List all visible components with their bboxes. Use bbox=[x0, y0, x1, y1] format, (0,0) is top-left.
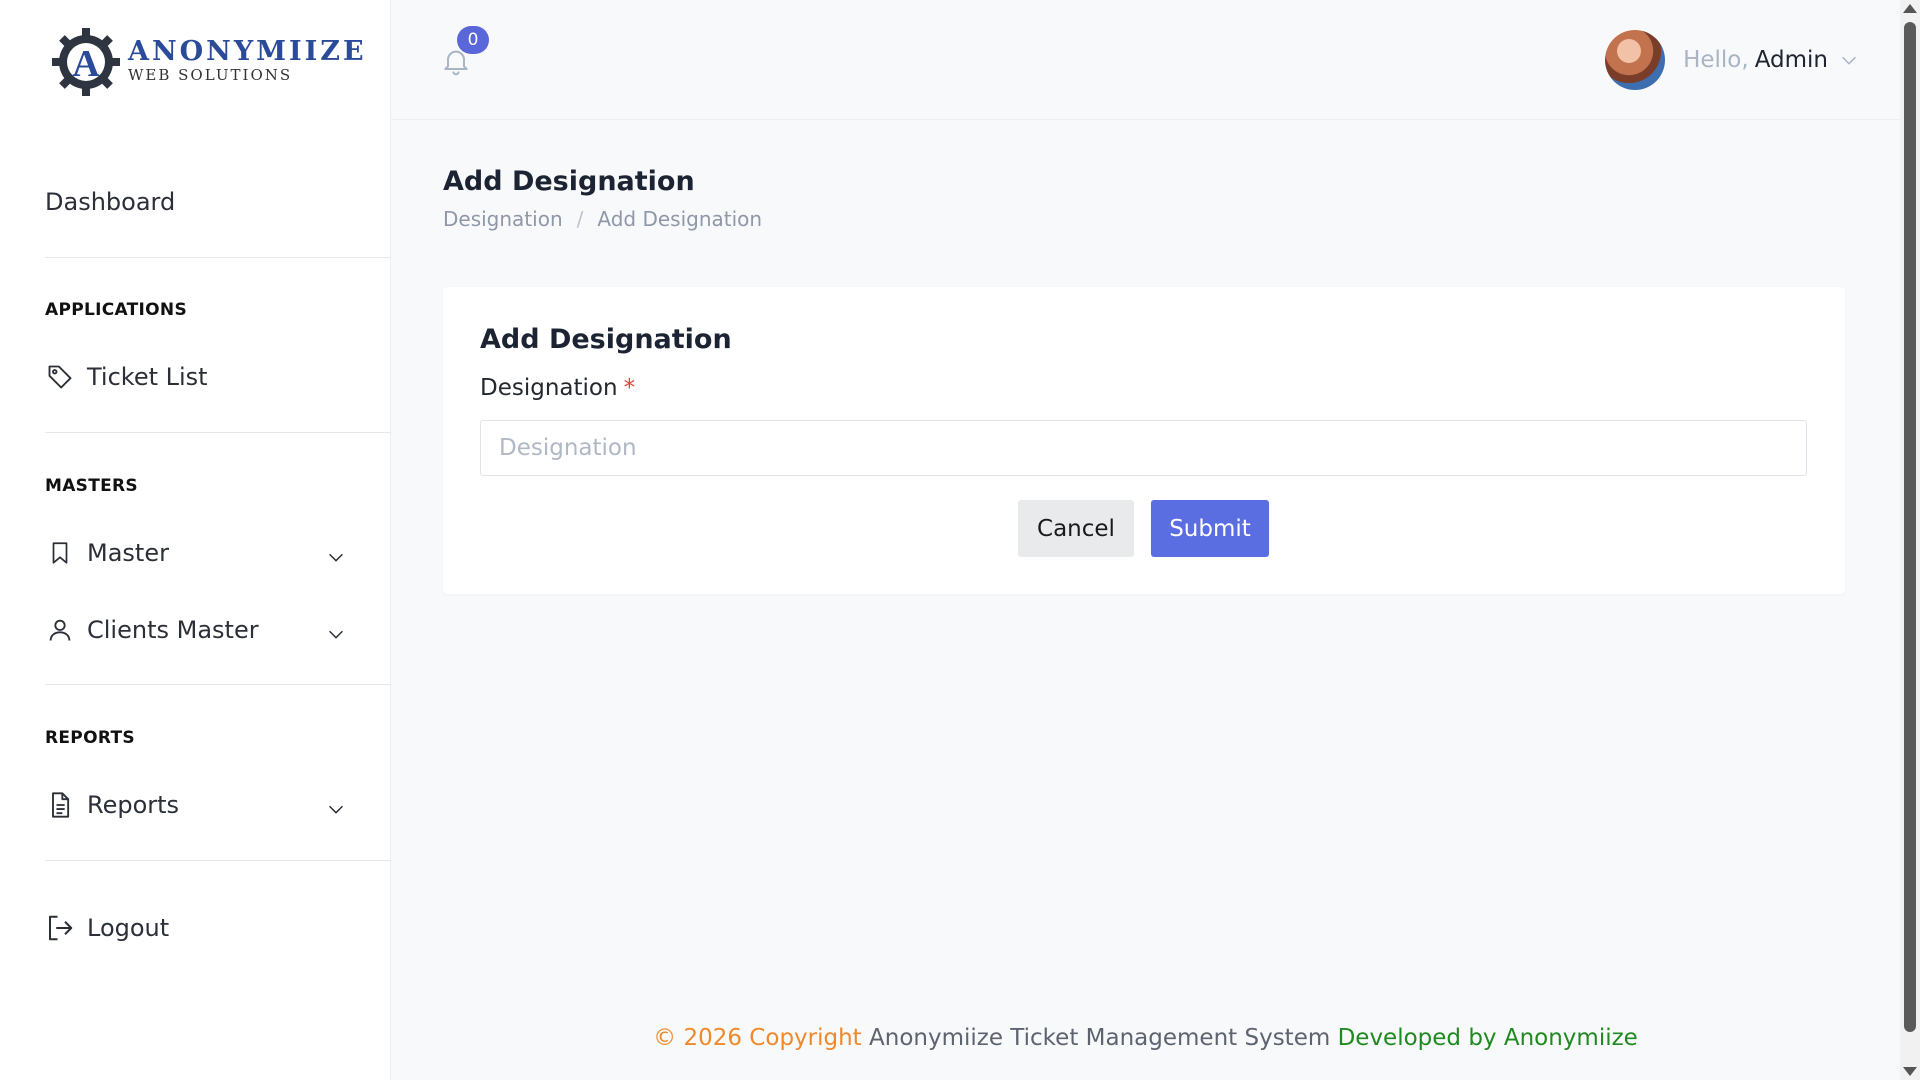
user-menu[interactable]: Hello, Admin bbox=[1605, 30, 1860, 90]
scrollbar-thumb[interactable] bbox=[1904, 22, 1916, 1032]
brand-subtitle: WEB SOLUTIONS bbox=[128, 65, 293, 84]
sidebar-divider bbox=[45, 257, 391, 258]
brand-title: ANONYMIIZE bbox=[128, 35, 367, 67]
sidebar-item-label: Dashboard bbox=[45, 188, 176, 216]
notification-badge: 0 bbox=[457, 26, 489, 54]
chevron-down-icon bbox=[1842, 56, 1856, 65]
sidebar-item-clients-master[interactable]: Clients Master bbox=[45, 615, 355, 645]
sidebar-item-logout[interactable]: Logout bbox=[45, 913, 169, 943]
designation-label: Designation * bbox=[480, 375, 635, 401]
breadcrumb: Designation / Add Designation bbox=[443, 207, 762, 231]
breadcrumb-link-designation[interactable]: Designation bbox=[443, 207, 563, 231]
sidebar-item-label: Ticket List bbox=[87, 363, 208, 391]
scroll-up-arrow-icon[interactable] bbox=[1903, 4, 1917, 13]
sidebar-item-reports[interactable]: Reports bbox=[45, 790, 355, 820]
scroll-down-arrow-icon[interactable] bbox=[1903, 1067, 1917, 1076]
tag-icon bbox=[45, 362, 75, 392]
required-marker: * bbox=[623, 375, 636, 401]
sidebar: A ANONYMIIZE WEB SOLUTIONS Dashboard APP… bbox=[0, 0, 391, 1080]
sidebar-item-master[interactable]: Master bbox=[45, 538, 355, 568]
user-name: Admin bbox=[1754, 47, 1828, 73]
logout-icon bbox=[45, 913, 75, 943]
section-title-masters: MASTERS bbox=[45, 476, 138, 496]
sidebar-item-label: Reports bbox=[87, 791, 180, 819]
greeting: Hello, bbox=[1683, 47, 1749, 73]
breadcrumb-separator: / bbox=[576, 207, 584, 231]
chevron-down-icon bbox=[329, 553, 343, 562]
page-title: Add Designation bbox=[443, 166, 695, 197]
sidebar-item-ticket-list[interactable]: Ticket List bbox=[45, 362, 208, 392]
vertical-scrollbar[interactable] bbox=[1900, 0, 1920, 1080]
bookmark-icon bbox=[45, 538, 75, 568]
footer-developer: Developed by Anonymiize bbox=[1337, 1025, 1638, 1051]
sidebar-item-dashboard[interactable]: Dashboard bbox=[45, 188, 175, 216]
designation-label-text: Designation bbox=[480, 375, 618, 401]
section-title-reports: REPORTS bbox=[45, 728, 135, 748]
gear-logo-icon: A bbox=[52, 28, 120, 96]
designation-form-card: Add Designation Designation* Cancel Subm… bbox=[443, 287, 1845, 594]
sidebar-divider bbox=[45, 860, 391, 861]
sidebar-divider bbox=[45, 684, 391, 685]
top-bar: 0 Hello, Admin bbox=[391, 0, 1900, 120]
document-icon bbox=[45, 790, 75, 820]
chevron-down-icon bbox=[329, 630, 343, 639]
sidebar-item-label: Clients Master bbox=[87, 616, 259, 644]
cancel-button[interactable]: Cancel bbox=[1018, 500, 1134, 557]
avatar bbox=[1605, 30, 1666, 90]
designation-input[interactable] bbox=[480, 420, 1807, 476]
footer-system-name: Anonymiize Ticket Management System bbox=[869, 1025, 1331, 1051]
breadcrumb-current: Add Designation bbox=[597, 207, 763, 231]
user-icon bbox=[45, 615, 75, 645]
sidebar-item-label: Master bbox=[87, 539, 169, 567]
footer-copyright: © 2026 Copyright bbox=[653, 1025, 862, 1051]
section-title-applications: APPLICATIONS bbox=[45, 300, 187, 320]
chevron-down-icon bbox=[329, 805, 343, 814]
submit-button[interactable]: Submit bbox=[1151, 500, 1269, 557]
form-title: Add Designation bbox=[480, 324, 732, 355]
sidebar-divider bbox=[45, 432, 391, 433]
sidebar-item-label: Logout bbox=[87, 914, 170, 942]
svg-text:A: A bbox=[72, 43, 100, 85]
brand-logo[interactable]: A ANONYMIIZE WEB SOLUTIONS bbox=[48, 22, 367, 98]
footer: © 2026 Copyright Anonymiize Ticket Manag… bbox=[391, 1025, 1900, 1051]
